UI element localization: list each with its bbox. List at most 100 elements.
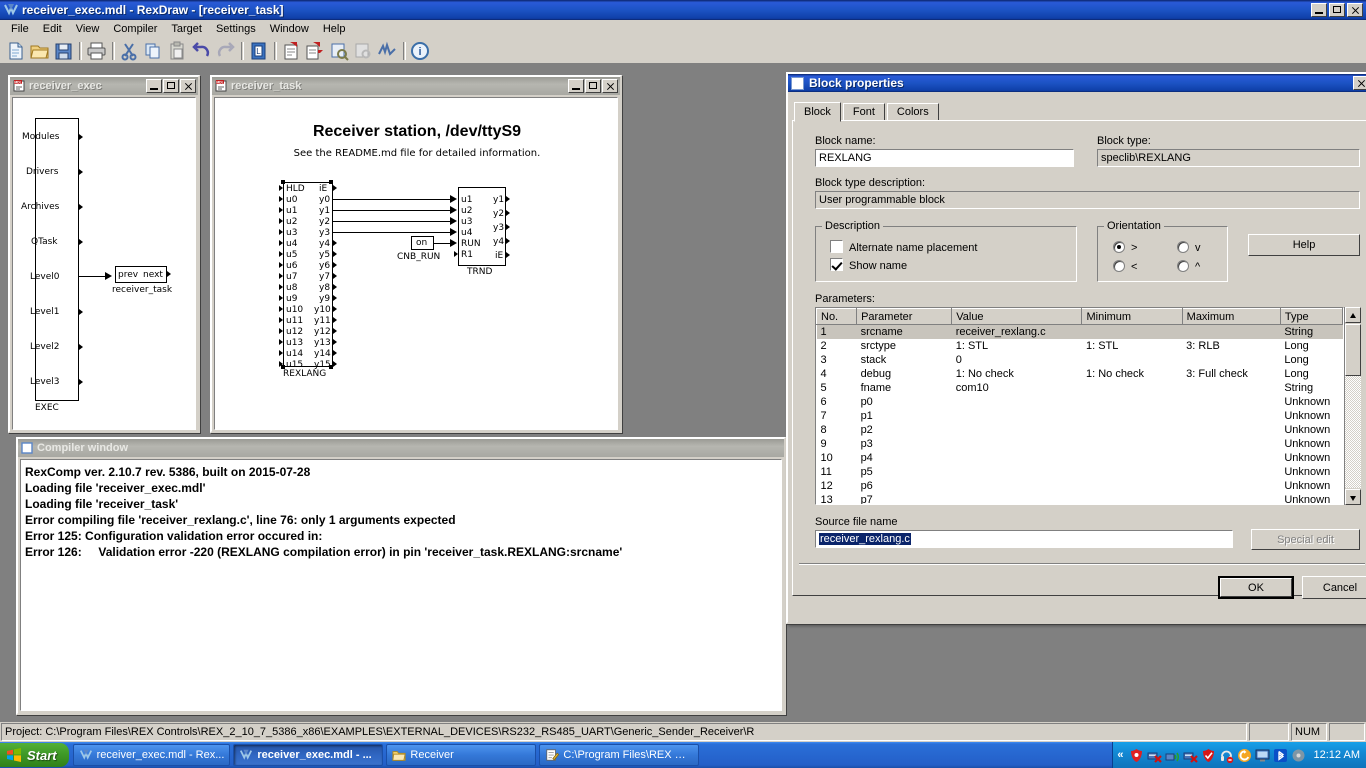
headset-mute-icon[interactable] [1219, 748, 1234, 763]
print-icon[interactable] [85, 40, 108, 62]
receiver-task-title-bar[interactable]: MDL receiver_task [212, 77, 620, 95]
menu-item-settings[interactable]: Settings [209, 21, 263, 37]
copy-icon[interactable] [142, 40, 165, 62]
rexlang-in-port[interactable] [279, 317, 283, 323]
rexlang-in-port[interactable] [279, 306, 283, 312]
rexlang-out-port[interactable] [333, 317, 337, 323]
menu-item-target[interactable]: Target [164, 21, 209, 37]
rexlang-in-port[interactable] [279, 339, 283, 345]
menu-item-window[interactable]: Window [263, 21, 316, 37]
rexlang-out-port[interactable] [333, 295, 337, 301]
close-button[interactable] [602, 79, 618, 93]
window-receiver-task[interactable]: MDL receiver_task Receiver station, /dev… [210, 75, 622, 433]
disc-icon[interactable] [1291, 748, 1306, 763]
download-icon[interactable] [304, 40, 327, 62]
restore-button[interactable] [1329, 3, 1345, 17]
rexlang-out-port[interactable] [333, 306, 337, 312]
network-error2-icon[interactable] [1183, 748, 1198, 763]
network-error-icon[interactable] [1147, 748, 1162, 763]
update-orange-icon[interactable] [1237, 748, 1252, 763]
table-row[interactable]: 3 stack 0 Long [817, 353, 1343, 367]
close-button[interactable] [180, 79, 196, 93]
tab-block[interactable]: Block [794, 102, 841, 122]
scroll-thumb[interactable] [1345, 324, 1361, 376]
rexlang-in-port[interactable] [279, 251, 283, 257]
table-row[interactable]: 10 p4 Unknown [817, 451, 1343, 465]
save-disk-icon[interactable] [52, 40, 75, 62]
trnd-out-port[interactable] [506, 238, 510, 244]
rexlang-out-port[interactable] [333, 361, 337, 367]
table-row[interactable]: 12 p6 Unknown [817, 479, 1343, 493]
source-file-name-input[interactable]: receiver_rexlang.c [815, 530, 1233, 548]
table-row[interactable]: 1 srcname receiver_rexlang.c String [816, 324, 1343, 339]
col-header-value[interactable]: Value [951, 308, 1083, 325]
orientation-up-radio[interactable] [1177, 260, 1189, 272]
exec-out-port[interactable] [79, 239, 83, 245]
receiver-exec-title-bar[interactable]: MDL receiver_exec [10, 77, 198, 95]
table-row[interactable]: 9 p3 Unknown [817, 437, 1343, 451]
col-header-no[interactable]: No. [816, 308, 858, 325]
receiver-exec-canvas[interactable]: Modules Drivers Archives QTask Level0 Le… [12, 97, 196, 430]
show-name-checkbox[interactable] [830, 258, 843, 271]
rexlang-in-port[interactable] [279, 229, 283, 235]
undo-icon[interactable] [190, 40, 213, 62]
compile-icon[interactable] [280, 40, 303, 62]
new-file-icon[interactable] [4, 40, 27, 62]
taskbar-button-3[interactable]: Receiver [386, 744, 537, 766]
shield-red-icon[interactable] [1129, 748, 1144, 763]
block-exec[interactable] [35, 118, 79, 401]
window-compiler[interactable]: Compiler window RexComp ver. 2.10.7 rev.… [16, 437, 786, 715]
table-row[interactable]: 4 debug 1: No check 1: No check 3: Full chec… [817, 367, 1343, 381]
rexlang-in-port[interactable] [279, 284, 283, 290]
compiler-output[interactable]: RexComp ver. 2.10.7 rev. 5386, built on … [20, 459, 782, 711]
minimize-button[interactable] [568, 79, 584, 93]
menu-item-file[interactable]: File [4, 21, 36, 37]
open-folder-icon[interactable] [28, 40, 51, 62]
col-header-minimum[interactable]: Minimum [1081, 308, 1183, 325]
close-button[interactable] [1353, 76, 1366, 90]
trnd-out-port[interactable] [506, 252, 510, 258]
rexlang-out-port[interactable] [333, 185, 337, 191]
block-name-input[interactable]: REXLANG [815, 149, 1074, 167]
trnd-out-port[interactable] [506, 210, 510, 216]
bluetooth-icon[interactable] [1273, 748, 1288, 763]
rexlang-out-port[interactable] [333, 339, 337, 345]
table-row[interactable]: 5 fname com10 String [817, 381, 1343, 395]
tab-colors[interactable]: Colors [886, 103, 939, 121]
maximize-button[interactable] [585, 79, 601, 93]
cut-scissors-icon[interactable] [118, 40, 141, 62]
rexlang-out-port[interactable] [333, 328, 337, 334]
watch-icon[interactable] [328, 40, 351, 62]
rexlang-out-port[interactable] [333, 240, 337, 246]
dialog-title-bar[interactable]: Block properties [788, 74, 1366, 92]
start-button[interactable]: Start [0, 743, 69, 767]
rexlang-out-port[interactable] [333, 251, 337, 257]
rexlang-out-port[interactable] [333, 284, 337, 290]
library-icon[interactable]: L [247, 40, 270, 62]
ok-button[interactable]: OK [1218, 576, 1294, 599]
parameters-scrollbar[interactable] [1344, 307, 1361, 505]
paste-icon[interactable] [166, 40, 189, 62]
rexlang-out-port[interactable] [333, 273, 337, 279]
rexlang-in-port[interactable] [279, 361, 283, 367]
rexlang-out-port[interactable] [333, 262, 337, 268]
parameters-grid[interactable]: No. Parameter Value Minimum Maximum Type… [815, 307, 1344, 505]
exec-out-port[interactable] [79, 344, 83, 350]
exec-out-port[interactable] [79, 134, 83, 140]
minimize-button[interactable] [1311, 3, 1327, 17]
maximize-button[interactable] [163, 79, 179, 93]
display-icon[interactable] [1255, 748, 1270, 763]
dialog-block-properties[interactable]: Block properties Block Font Colors Block… [786, 72, 1366, 624]
orientation-right-radio[interactable] [1113, 241, 1125, 253]
security-shield-icon[interactable] [1201, 748, 1216, 763]
taskbar-button-1[interactable]: receiver_exec.mdl - Rex... [72, 744, 231, 766]
table-row[interactable]: 7 p1 Unknown [817, 409, 1343, 423]
selection-handle[interactable] [329, 180, 333, 184]
menu-item-view[interactable]: View [69, 21, 107, 37]
exec-out-port[interactable] [79, 379, 83, 385]
redo-icon[interactable] [214, 40, 237, 62]
col-header-parameter[interactable]: Parameter [856, 308, 953, 325]
menu-item-help[interactable]: Help [316, 21, 353, 37]
alternate-name-placement-checkbox[interactable] [830, 240, 843, 253]
diagnostics-icon[interactable] [376, 40, 399, 62]
